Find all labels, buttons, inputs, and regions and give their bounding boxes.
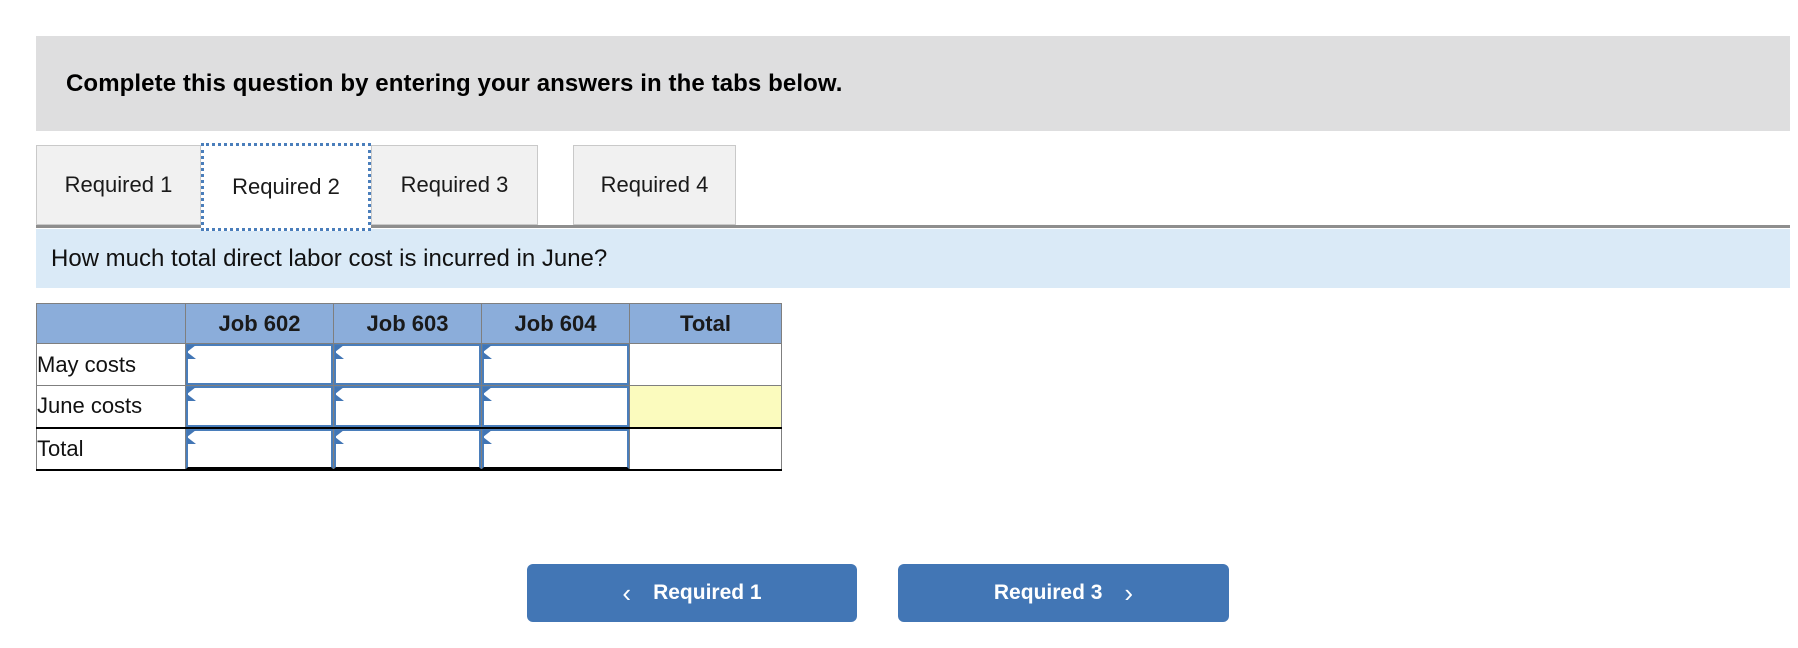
tab-required-4[interactable]: Required 4	[573, 145, 736, 225]
table-header-row: Job 602 Job 603 Job 604 Total	[36, 303, 782, 344]
header-blank-corner	[36, 303, 186, 344]
chevron-right-icon: ›	[1124, 578, 1134, 608]
header-job-603: Job 603	[333, 303, 482, 344]
input-cell-june-job602[interactable]	[185, 385, 334, 428]
tab-label: Required 1	[64, 172, 173, 197]
tab-label: Required 4	[600, 172, 709, 197]
input-cell-may-job604[interactable]	[481, 343, 630, 386]
header-job-602: Job 602	[185, 303, 334, 344]
next-required-button[interactable]: Required 3 ›	[898, 564, 1229, 622]
header-total: Total	[629, 303, 782, 344]
tab-required-3[interactable]: Required 3	[371, 145, 538, 225]
input-cell-may-job603[interactable]	[333, 343, 482, 386]
cell-may-total	[629, 343, 782, 386]
answer-input[interactable]	[334, 344, 481, 385]
table-row-total: Total	[36, 426, 782, 471]
table-head: Job 602 Job 603 Job 604 Total	[36, 303, 782, 344]
answer-table: Job 602 Job 603 Job 604 Total May costs …	[36, 303, 782, 471]
tab-required-2[interactable]: Required 2	[201, 143, 371, 231]
previous-required-button[interactable]: ‹ Required 1	[527, 564, 857, 622]
chevron-left-icon: ‹	[622, 578, 632, 608]
navigation-buttons: ‹ Required 1 Required 3 ›	[0, 564, 1798, 630]
cell-total-total	[629, 426, 782, 471]
question-text: How much total direct labor cost is incu…	[51, 244, 608, 272]
instruction-text: Complete this question by entering your …	[66, 69, 843, 97]
input-cell-total-job603[interactable]	[333, 426, 482, 471]
answer-input[interactable]	[186, 428, 333, 469]
answer-input[interactable]	[186, 386, 333, 427]
row-label-june-costs: June costs	[36, 385, 186, 428]
input-cell-total-job604[interactable]	[481, 426, 630, 471]
question-bar: How much total direct labor cost is incu…	[36, 229, 1790, 288]
input-cell-may-job602[interactable]	[185, 343, 334, 386]
input-cell-june-job603[interactable]	[333, 385, 482, 428]
input-cell-total-job602[interactable]	[185, 426, 334, 471]
row-label-may-costs: May costs	[36, 343, 186, 386]
tab-label: Required 2	[232, 174, 340, 199]
answer-input[interactable]	[482, 428, 629, 469]
previous-button-label: Required 1	[653, 581, 762, 604]
table-body: May costs June costs Total	[36, 343, 782, 471]
tab-strip: Required 1 Required 2 Required 3 Require…	[36, 143, 1790, 231]
answer-input[interactable]	[482, 386, 629, 427]
row-label-total: Total	[36, 426, 186, 471]
table-row-may-costs: May costs	[36, 343, 782, 386]
header-job-604: Job 604	[481, 303, 630, 344]
answer-input[interactable]	[482, 344, 629, 385]
table-row-june-costs: June costs	[36, 385, 782, 428]
instruction-banner: Complete this question by entering your …	[36, 36, 1790, 131]
cell-june-total-highlighted	[629, 385, 782, 428]
input-cell-june-job604[interactable]	[481, 385, 630, 428]
answer-input[interactable]	[334, 428, 481, 469]
tab-required-1[interactable]: Required 1	[36, 145, 201, 225]
answer-input[interactable]	[186, 344, 333, 385]
answer-input[interactable]	[334, 386, 481, 427]
tab-label: Required 3	[400, 172, 509, 197]
next-button-label: Required 3	[993, 581, 1103, 604]
